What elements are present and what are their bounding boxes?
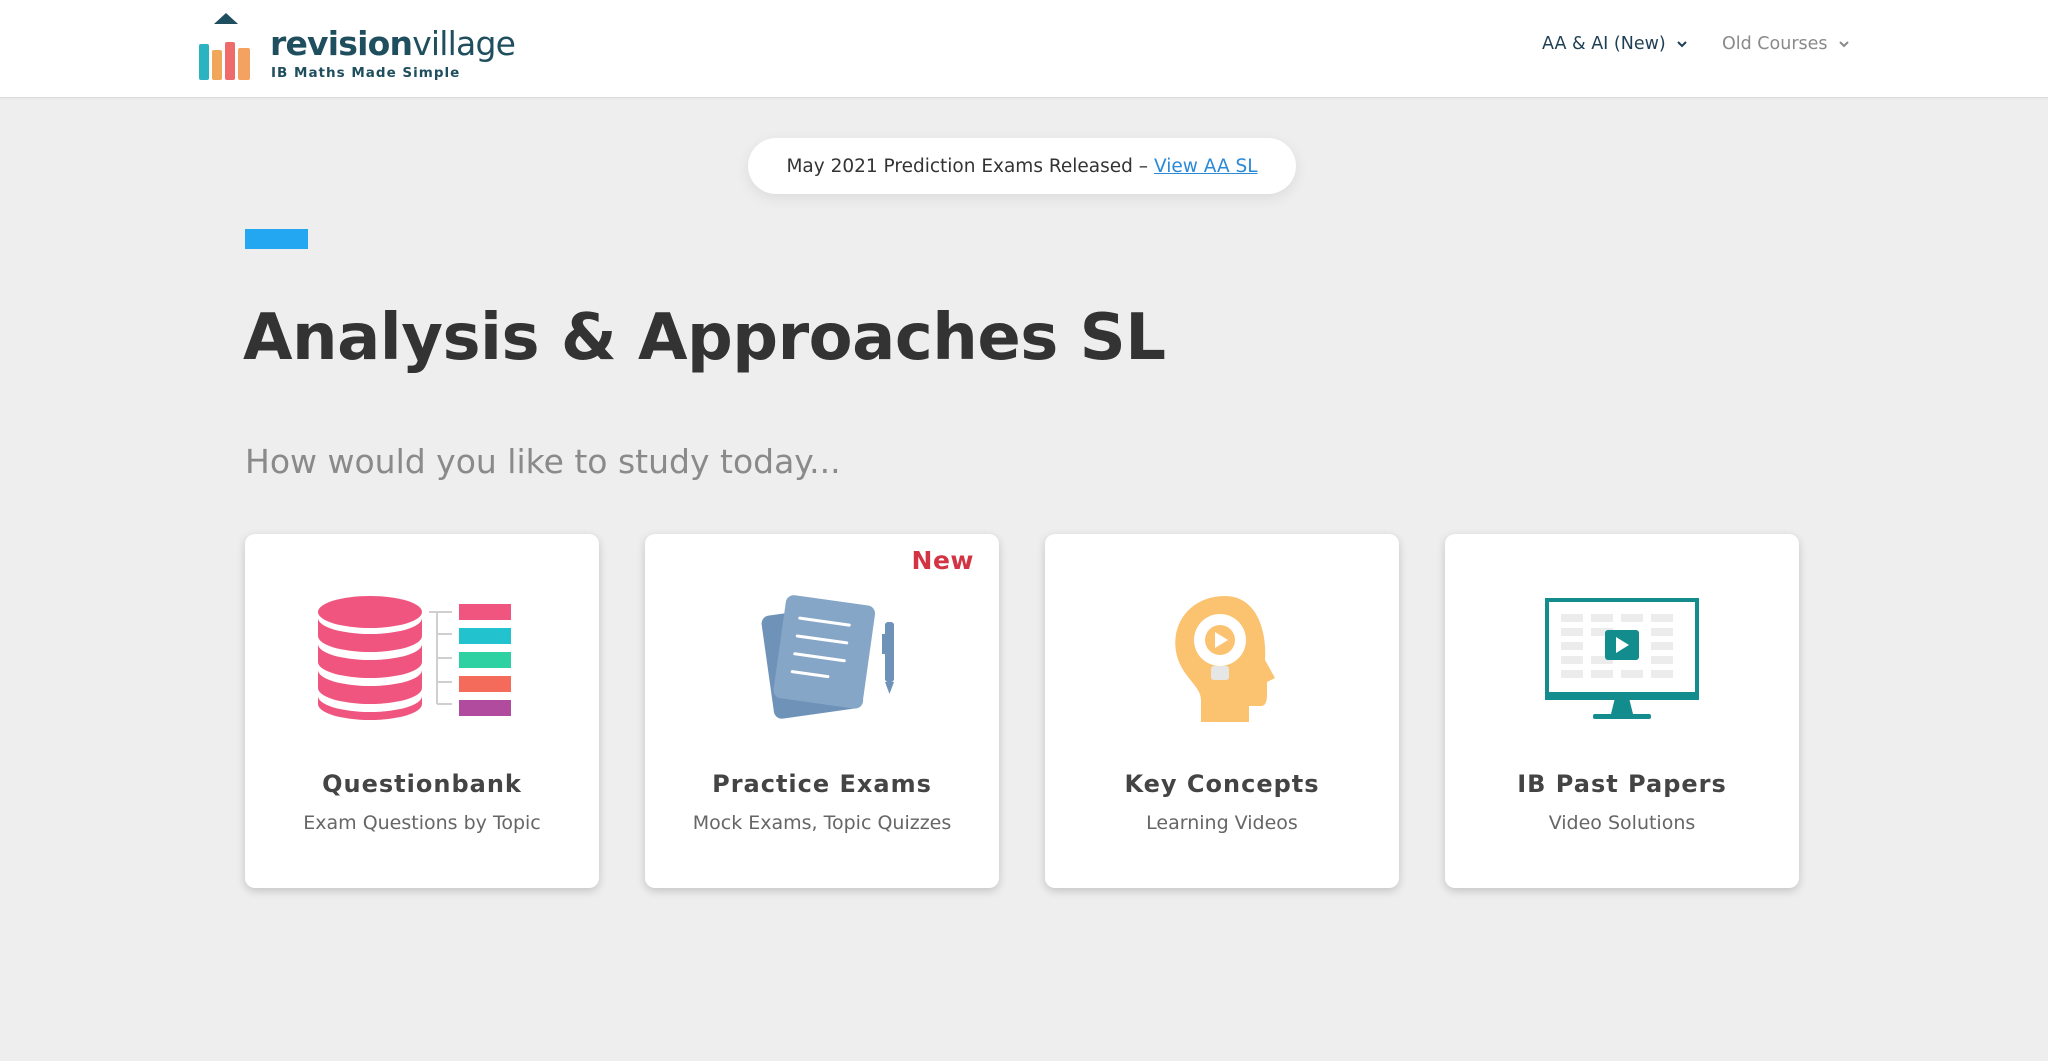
card-subtitle: Mock Exams, Topic Quizzes — [692, 812, 952, 834]
accent-bar — [245, 229, 308, 249]
card-subtitle: Learning Videos — [1146, 812, 1298, 834]
database-list-icon — [318, 596, 511, 720]
logo-books-icon — [199, 13, 250, 80]
announcement-text: May 2021 Prediction Exams Released – — [786, 155, 1148, 177]
card-title: IB Past Papers — [1517, 770, 1727, 798]
exam-papers-icon — [761, 595, 894, 719]
page-title: Analysis & Approaches SL — [243, 301, 1166, 375]
questionbank-card[interactable]: Questionbank Exam Questions by Topic — [245, 534, 599, 888]
chevron-down-icon — [1838, 41, 1849, 48]
card-title: Practice Exams — [712, 770, 932, 798]
site-header: revisionvillage IB Maths Made Simple AA … — [0, 0, 2048, 98]
nav-old-courses[interactable]: Old Courses — [1722, 34, 1850, 54]
nav-aa-ai-new-label: AA & AI (New) — [1542, 34, 1666, 54]
logo-wordmark: revisionvillage — [270, 24, 516, 63]
revision-village-logo[interactable]: revisionvillage IB Maths Made Simple — [198, 12, 516, 84]
head-lightbulb-icon — [1175, 596, 1275, 722]
nav-old-courses-label: Old Courses — [1722, 34, 1828, 54]
view-aa-sl-link[interactable]: View AA SL — [1154, 156, 1258, 177]
practice-exams-card[interactable]: New Practice Exams Mock Exams, Topic Qui… — [645, 534, 999, 888]
logo-tagline: IB Maths Made Simple — [271, 65, 461, 81]
announcement-banner: May 2021 Prediction Exams Released – Vie… — [748, 138, 1296, 194]
page-subtitle: How would you like to study today... — [245, 442, 841, 481]
card-title: Key Concepts — [1124, 770, 1320, 798]
ib-past-papers-card[interactable]: IB Past Papers Video Solutions — [1445, 534, 1799, 888]
card-subtitle: Video Solutions — [1548, 812, 1696, 834]
key-concepts-card[interactable]: Key Concepts Learning Videos — [1045, 534, 1399, 888]
chevron-down-icon — [1677, 41, 1687, 48]
monitor-video-icon — [1545, 598, 1699, 719]
new-badge: New — [911, 546, 974, 575]
nav-aa-ai-new[interactable]: AA & AI (New) — [1542, 34, 1688, 54]
card-title: Questionbank — [322, 770, 522, 798]
card-subtitle: Exam Questions by Topic — [303, 812, 541, 834]
